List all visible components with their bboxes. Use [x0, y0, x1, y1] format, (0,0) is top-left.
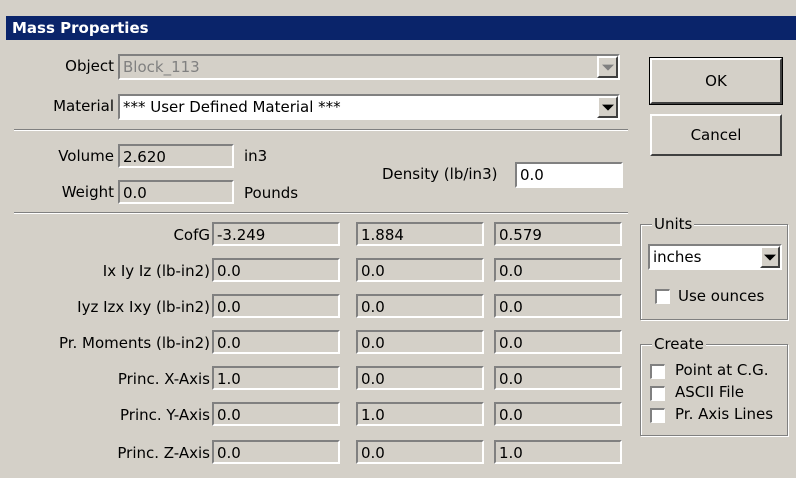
ok-button[interactable]: OK — [649, 57, 783, 105]
point-at-cg-checkbox[interactable] — [650, 364, 665, 379]
grid-value-field: 0.0 — [212, 440, 340, 464]
cancel-button[interactable]: Cancel — [650, 114, 782, 156]
grid-value-field: 0.0 — [212, 402, 340, 426]
weight-unit: Pounds — [244, 184, 299, 202]
grid-row-label: Princ. Y-Axis — [120, 406, 210, 424]
grid-value-field: 0.579 — [494, 222, 622, 246]
grid-value-field: 0.0 — [494, 330, 622, 354]
material-dropdown-button[interactable] — [597, 96, 618, 118]
density-label: Density (lb/in3) — [382, 165, 498, 183]
grid-row-label: Princ. Z-Axis — [117, 444, 210, 462]
grid-value-field: 0.0 — [494, 294, 622, 318]
create-legend: Create — [652, 335, 706, 353]
object-select: Block_113 — [118, 54, 620, 80]
chevron-down-icon — [601, 64, 614, 71]
grid-row-label: Pr. Moments (lb-in2) — [58, 334, 210, 352]
grid-value-field: 0.0 — [494, 258, 622, 282]
grid-value-field: 1.884 — [356, 222, 484, 246]
grid-value-field: 0.0 — [356, 330, 484, 354]
chevron-down-icon — [764, 254, 776, 261]
object-value: Block_113 — [123, 58, 200, 76]
material-select[interactable]: *** User Defined Material *** — [118, 94, 620, 120]
grid-value-field: 1.0 — [494, 440, 622, 464]
weight-field: 0.0 — [118, 180, 234, 204]
grid-value-field: 0.0 — [212, 294, 340, 318]
grid-value-field: 0.0 — [212, 330, 340, 354]
grid-value-field: 1.0 — [212, 366, 340, 390]
grid-row-label: Ix Iy Iz (lb-in2) — [102, 262, 210, 280]
separator-top — [14, 129, 628, 131]
mass-properties-dialog: Mass Properties Object Block_113 Materia… — [0, 0, 796, 478]
grid-value-field: 0.0 — [356, 294, 484, 318]
ascii-file-label: ASCII File — [675, 383, 744, 401]
separator-middle — [14, 212, 628, 214]
grid-row-label: Iyz Izx Ixy (lb-in2) — [77, 298, 210, 316]
pr-axis-lines-checkbox[interactable] — [650, 408, 665, 423]
use-ounces-checkbox[interactable] — [655, 289, 670, 304]
use-ounces-label: Use ounces — [678, 287, 765, 305]
volume-label: Volume — [58, 147, 114, 165]
grid-value-field: 0.0 — [212, 258, 340, 282]
grid-value-field: 0.0 — [356, 366, 484, 390]
units-dropdown-button[interactable] — [760, 246, 780, 268]
volume-field: 2.620 — [118, 144, 234, 168]
grid-row-label: Princ. X-Axis — [117, 370, 210, 388]
grid-value-field: 0.0 — [356, 440, 484, 464]
object-label: Object — [65, 57, 114, 75]
pr-axis-lines-label: Pr. Axis Lines — [675, 405, 774, 423]
grid-value-field: 1.0 — [356, 402, 484, 426]
material-value: *** User Defined Material *** — [123, 98, 341, 116]
weight-label: Weight — [61, 183, 114, 201]
volume-unit: in3 — [244, 147, 268, 165]
material-label: Material — [53, 97, 114, 115]
density-input[interactable]: 0.0 — [515, 162, 623, 188]
units-legend: Units — [652, 215, 695, 233]
units-value: inches — [653, 248, 702, 266]
chevron-down-icon — [601, 104, 614, 111]
point-at-cg-label: Point at C.G. — [675, 361, 769, 379]
dialog-title: Mass Properties — [6, 16, 796, 40]
grid-value-field: 0.0 — [356, 258, 484, 282]
ascii-file-checkbox[interactable] — [650, 386, 665, 401]
grid-value-field: 0.0 — [494, 366, 622, 390]
grid-value-field: -3.249 — [212, 222, 340, 246]
grid-row-label: CofG — [173, 226, 210, 244]
object-dropdown-button — [597, 56, 618, 78]
grid-value-field: 0.0 — [494, 402, 622, 426]
